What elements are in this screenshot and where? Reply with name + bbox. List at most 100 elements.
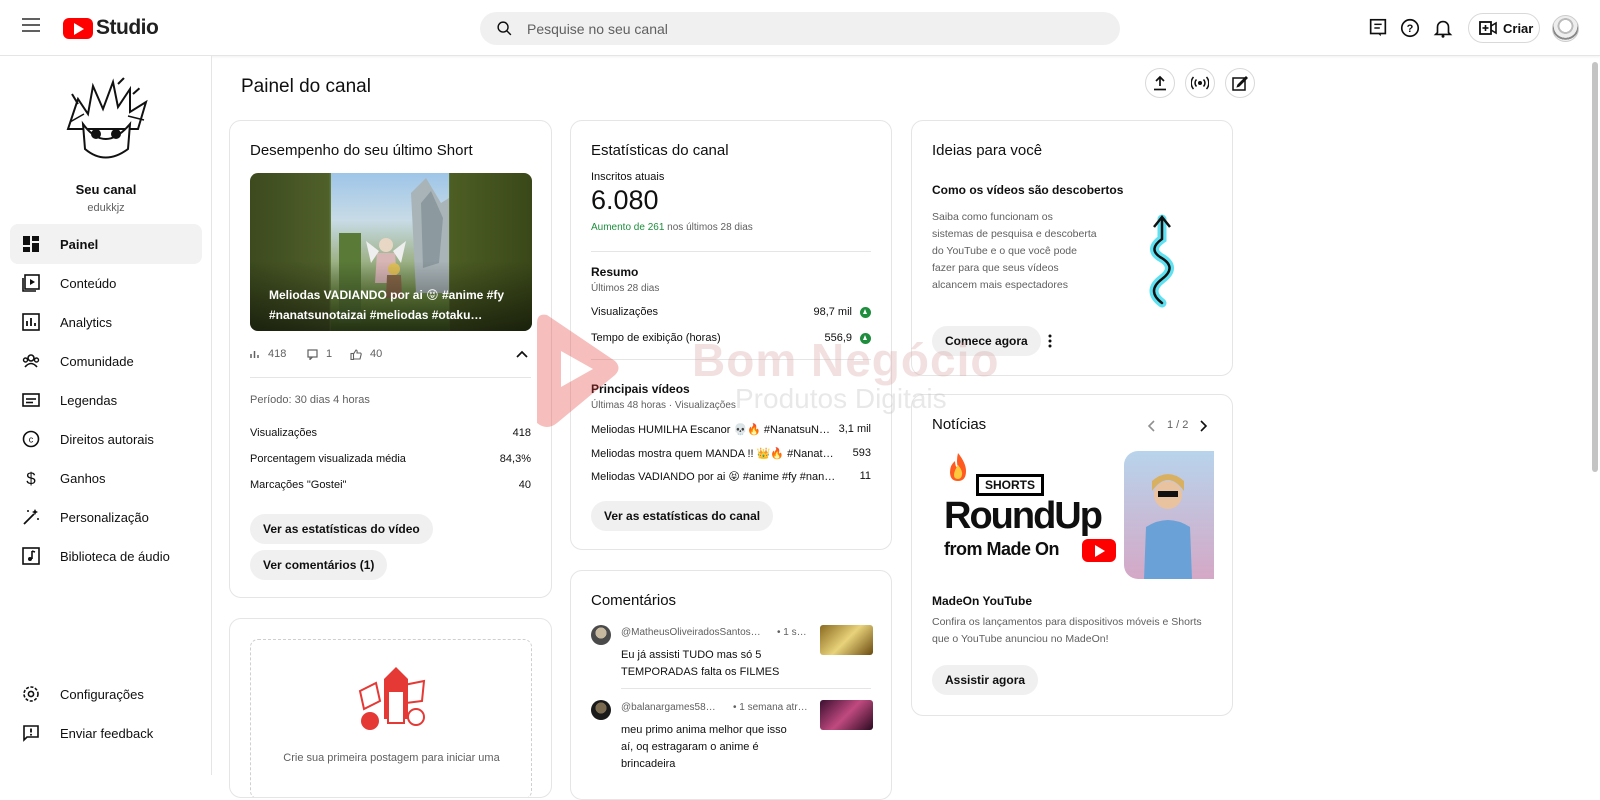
top-video-row[interactable]: Meliodas HUMILHA Escanor 💀🔥 #NanatsuNoTa… — [591, 423, 871, 436]
sidebar-item-conteudo[interactable]: Conteúdo — [10, 263, 202, 303]
logo-text: Studio — [96, 16, 159, 39]
sidebar-item-label: Analytics — [60, 314, 113, 330]
more-options-icon[interactable] — [1048, 334, 1052, 348]
sidebar-item-comunidade[interactable]: Comunidade — [10, 341, 202, 381]
comments-card: Comentários @MatheusOliveiradosSantos… •… — [570, 570, 892, 800]
divider — [621, 688, 871, 689]
commenter-avatar — [591, 625, 611, 645]
sidebar-item-enviar-feedback[interactable]: Enviar feedback — [10, 713, 202, 753]
create-button[interactable]: Criar — [1468, 13, 1540, 43]
live-icon — [1191, 76, 1209, 90]
sidebar-item-label: Legendas — [60, 392, 118, 408]
studio-logo[interactable]: Studio — [63, 16, 159, 40]
top-video-value: 593 — [852, 447, 871, 459]
community-icon — [21, 351, 41, 371]
shorts-badge: SHORTS — [976, 474, 1045, 496]
get-started-button[interactable]: Comece agora — [932, 326, 1041, 356]
sidebar-item-biblioteca-de-audio[interactable]: Biblioteca de áudio — [10, 536, 202, 576]
earn-icon: $ — [21, 468, 41, 488]
idea-subtitle: Como os vídeos são descobertos — [932, 183, 1124, 197]
bar-chart-icon — [250, 351, 259, 358]
create-label: Criar — [1503, 20, 1534, 36]
comment-item[interactable]: @balanargames58… • 1 semana atr… meu pri… — [591, 700, 873, 770]
card-title: Notícias — [932, 416, 987, 433]
sidebar-item-legendas[interactable]: Legendas — [10, 380, 202, 420]
card-title: Desempenho do seu último Short — [250, 142, 473, 159]
upload-button[interactable] — [1145, 68, 1175, 98]
stat-label: Marcações "Gostei" — [250, 479, 347, 491]
create-post-card: Crie sua primeira postagem para iniciar … — [229, 618, 552, 798]
watch-now-button[interactable]: Assistir agora — [932, 665, 1039, 695]
sidebar-item-personalizacao[interactable]: Personalização — [10, 497, 202, 537]
stat-value: 418 — [512, 427, 531, 439]
stat-label: Visualizações — [250, 427, 318, 439]
news-text: Confira os lançamentos para dispositivos… — [932, 616, 1202, 645]
chevron-left-icon[interactable] — [1147, 420, 1155, 432]
go-live-button[interactable] — [1185, 68, 1215, 98]
notifications-bell-icon[interactable] — [1432, 17, 1454, 39]
menu-icon[interactable] — [22, 18, 40, 32]
account-avatar[interactable] — [1552, 15, 1579, 42]
channel-name: Seu canal — [75, 182, 137, 197]
comments-feed-icon[interactable] — [1367, 17, 1389, 39]
view-channel-stats-button[interactable]: Ver as estatísticas do canal — [591, 501, 774, 531]
period-text: Período: 30 dias 4 horas — [250, 394, 370, 406]
short-likes-value: 40 — [370, 348, 383, 360]
short-stat-row: Marcações "Gostei" 40 — [250, 479, 531, 491]
divider — [250, 377, 531, 378]
page-scrollbar[interactable] — [1592, 62, 1598, 472]
post-prompt-text: Crie sua primeira postagem para iniciar … — [283, 752, 500, 764]
video-thumbnail[interactable] — [820, 700, 873, 730]
main-content: Painel do canal Desempenho do seu último… — [213, 56, 1586, 800]
sidebar-item-direitos-autorais[interactable]: c Direitos autorais — [10, 419, 202, 459]
fire-icon — [950, 453, 966, 481]
post-illustration — [358, 667, 426, 730]
channel-avatar-art — [58, 74, 153, 169]
trend-up-icon — [860, 332, 871, 344]
search-input[interactable] — [527, 12, 1087, 45]
sidebar-item-label: Painel — [60, 236, 99, 252]
search-icon — [497, 21, 512, 36]
chevron-right-icon[interactable] — [1200, 420, 1208, 432]
view-video-stats-button[interactable]: Ver as estatísticas do vídeo — [250, 514, 433, 544]
customization-icon — [21, 507, 41, 527]
summary-label: Tempo de exibição (horas) — [591, 332, 721, 344]
svg-text:c: c — [29, 435, 34, 445]
summary-title: Resumo — [591, 265, 639, 279]
help-icon[interactable]: ? — [1399, 17, 1421, 39]
sidebar-item-painel[interactable]: Painel — [10, 224, 202, 264]
sidebar-item-ganhos[interactable]: $ Ganhos — [10, 458, 202, 498]
top-video-row[interactable]: Meliodas mostra quem MANDA !! 👑🔥 #Nanats… — [591, 447, 871, 460]
sidebar: Seu canal edukkjz Painel Conteúdo Analyt… — [0, 56, 212, 775]
search-bar[interactable] — [480, 12, 1120, 45]
channel-avatar[interactable] — [58, 74, 153, 169]
stat-label: Porcentagem visualizada média — [250, 453, 406, 465]
chevron-up-icon[interactable] — [516, 350, 528, 358]
create-post-button[interactable] — [1225, 68, 1255, 98]
top-video-value: 11 — [859, 470, 871, 482]
card-title: Estatísticas do canal — [591, 142, 729, 159]
short-thumbnail[interactable]: Meliodas VADIANDO por ai 😝 #anime #fy #n… — [250, 173, 532, 331]
view-comments-button[interactable]: Ver comentários (1) — [250, 550, 388, 580]
short-views-value: 418 — [268, 348, 287, 360]
feedback-icon — [21, 723, 41, 743]
divider — [591, 359, 871, 360]
news-image[interactable]: SHORTS RoundUp from Made On — [932, 451, 1214, 579]
summary-row: Visualizações 98,7 mil — [591, 306, 871, 318]
settings-icon — [21, 684, 41, 704]
increase-period: nos últimos 28 dias — [667, 222, 753, 233]
comment-icon — [307, 348, 318, 360]
video-thumbnail[interactable] — [820, 625, 873, 655]
top-video-row[interactable]: Meliodas VADIANDO por ai 😝 #anime #fy #n… — [591, 470, 871, 483]
analytics-icon — [21, 312, 41, 332]
comment-item[interactable]: @MatheusOliveiradosSantos… • 1 s… Eu já … — [591, 625, 873, 685]
upload-icon — [1154, 75, 1166, 91]
top-bar: Studio ? Criar — [0, 0, 1600, 56]
sidebar-item-analytics[interactable]: Analytics — [10, 302, 202, 342]
top-video-title: Meliodas HUMILHA Escanor 💀🔥 #NanatsuNoTa… — [591, 424, 836, 436]
short-comments-value: 1 — [326, 348, 333, 360]
thumbs-up-icon — [350, 348, 362, 360]
sidebar-item-configuracoes[interactable]: Configurações — [10, 674, 202, 714]
stat-value: 40 — [518, 479, 531, 491]
card-title: Comentários — [591, 592, 677, 609]
